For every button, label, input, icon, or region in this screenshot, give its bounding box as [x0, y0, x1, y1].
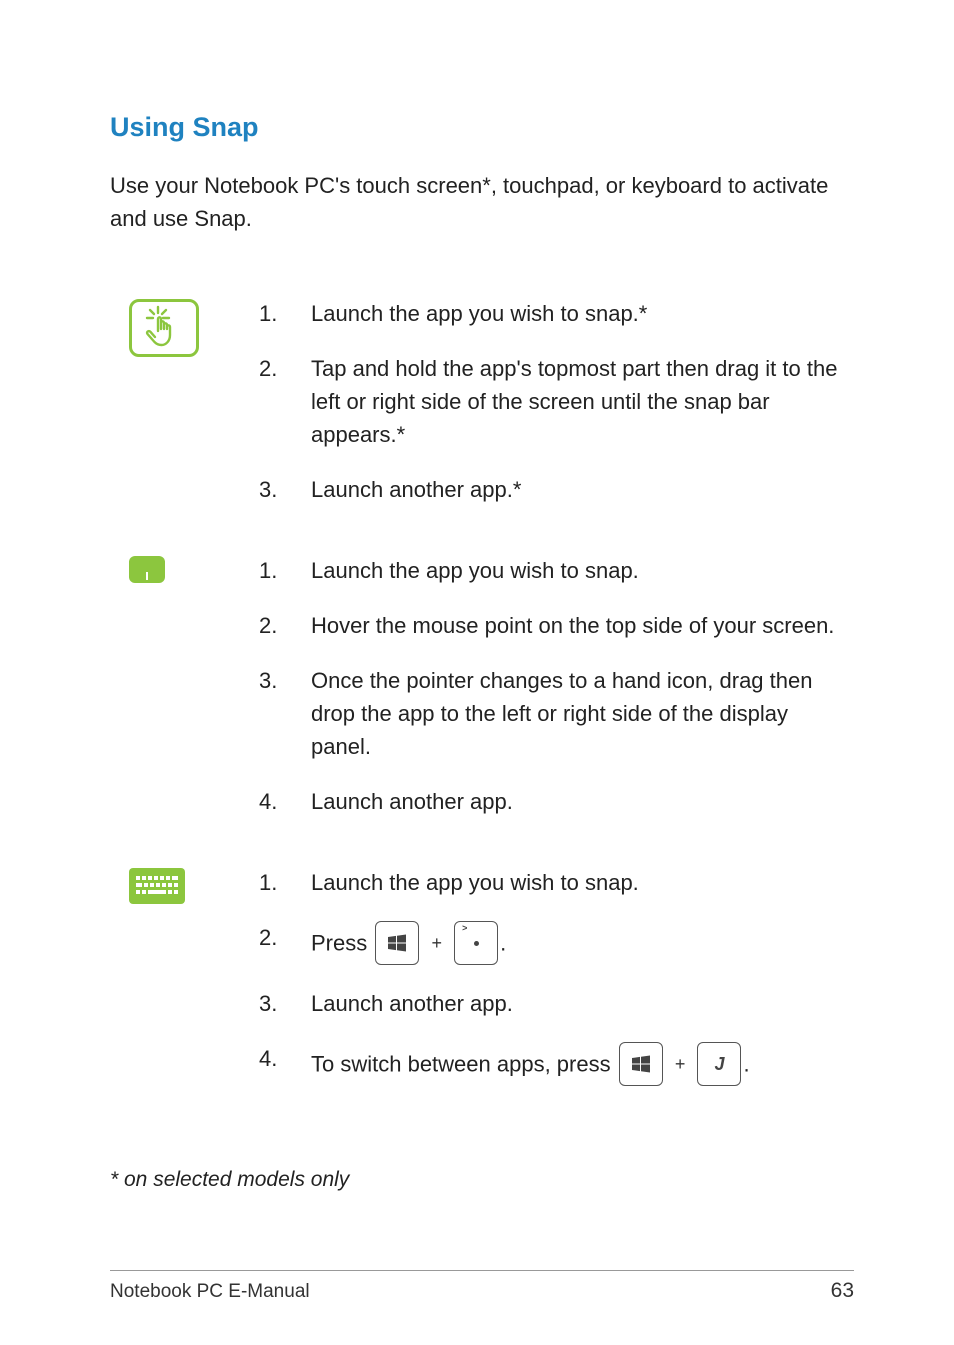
key-letter: J — [714, 1051, 724, 1078]
list-item: 1. Launch the app you wish to snap. — [259, 554, 854, 587]
list-item: 2. Hover the mouse point on the top side… — [259, 609, 854, 642]
step-text: Launch the app you wish to snap.* — [311, 297, 854, 330]
step-number: 4. — [259, 1042, 311, 1075]
list-item: 1. Launch the app you wish to snap.* — [259, 297, 854, 330]
list-item: 2. Tap and hold the app's topmost part t… — [259, 352, 854, 451]
list-item: 2. Press + — [259, 921, 854, 965]
plus-separator: + — [671, 1051, 690, 1078]
step-number: 3. — [259, 987, 311, 1020]
page-footer: Notebook PC E-Manual 63 — [110, 1270, 854, 1303]
list-item: 3. Once the pointer changes to a hand ic… — [259, 664, 854, 763]
windows-key-icon — [619, 1042, 663, 1086]
text-segment: Press — [311, 931, 373, 956]
step-text: Hover the mouse point on the top side of… — [311, 609, 854, 642]
list-item: 3. Launch another app.* — [259, 473, 854, 506]
keyboard-icon — [129, 868, 185, 904]
section-heading: Using Snap — [110, 112, 854, 143]
step-text: Launch another app.* — [311, 473, 854, 506]
touchpad-section: 1. Launch the app you wish to snap. 2. H… — [110, 554, 854, 818]
step-number: 1. — [259, 297, 311, 330]
step-text: Press + > — [311, 921, 854, 965]
text-segment: . — [743, 1052, 749, 1077]
footer-title: Notebook PC E-Manual — [110, 1281, 310, 1303]
plus-separator: + — [427, 930, 446, 957]
section-intro: Use your Notebook PC's touch screen*, to… — [110, 169, 854, 235]
step-number: 3. — [259, 473, 311, 506]
list-item: 4. Launch another app. — [259, 785, 854, 818]
keyboard-section: 1. Launch the app you wish to snap. 2. P… — [110, 866, 854, 1086]
step-text: Launch the app you wish to snap. — [311, 554, 854, 587]
windows-key-icon — [375, 921, 419, 965]
step-number: 4. — [259, 785, 311, 818]
list-item: 1. Launch the app you wish to snap. — [259, 866, 854, 899]
manual-page: Using Snap Use your Notebook PC's touch … — [0, 0, 954, 1345]
step-text: To switch between apps, press + — [311, 1042, 854, 1086]
list-item: 3. Launch another app. — [259, 987, 854, 1020]
step-number: 2. — [259, 921, 311, 954]
step-text: Launch the app you wish to snap. — [311, 866, 854, 899]
step-number: 2. — [259, 352, 311, 385]
step-number: 1. — [259, 866, 311, 899]
step-number: 2. — [259, 609, 311, 642]
footnote: * on selected models only — [110, 1168, 854, 1192]
touch-section: 1. Launch the app you wish to snap.* 2. … — [110, 297, 854, 506]
text-segment: . — [500, 931, 506, 956]
touchpad-icon — [129, 556, 165, 583]
j-key-icon: J — [697, 1042, 741, 1086]
step-text: Launch another app. — [311, 987, 854, 1020]
step-text: Tap and hold the app's topmost part then… — [311, 352, 854, 451]
text-segment: To switch between apps, press — [311, 1052, 617, 1077]
list-item: 4. To switch between apps, press — [259, 1042, 854, 1086]
touch-icon — [129, 299, 199, 357]
step-number: 1. — [259, 554, 311, 587]
step-number: 3. — [259, 664, 311, 697]
page-number: 63 — [831, 1279, 854, 1303]
period-key-icon: > — [454, 921, 498, 965]
step-text: Launch another app. — [311, 785, 854, 818]
step-text: Once the pointer changes to a hand icon,… — [311, 664, 854, 763]
